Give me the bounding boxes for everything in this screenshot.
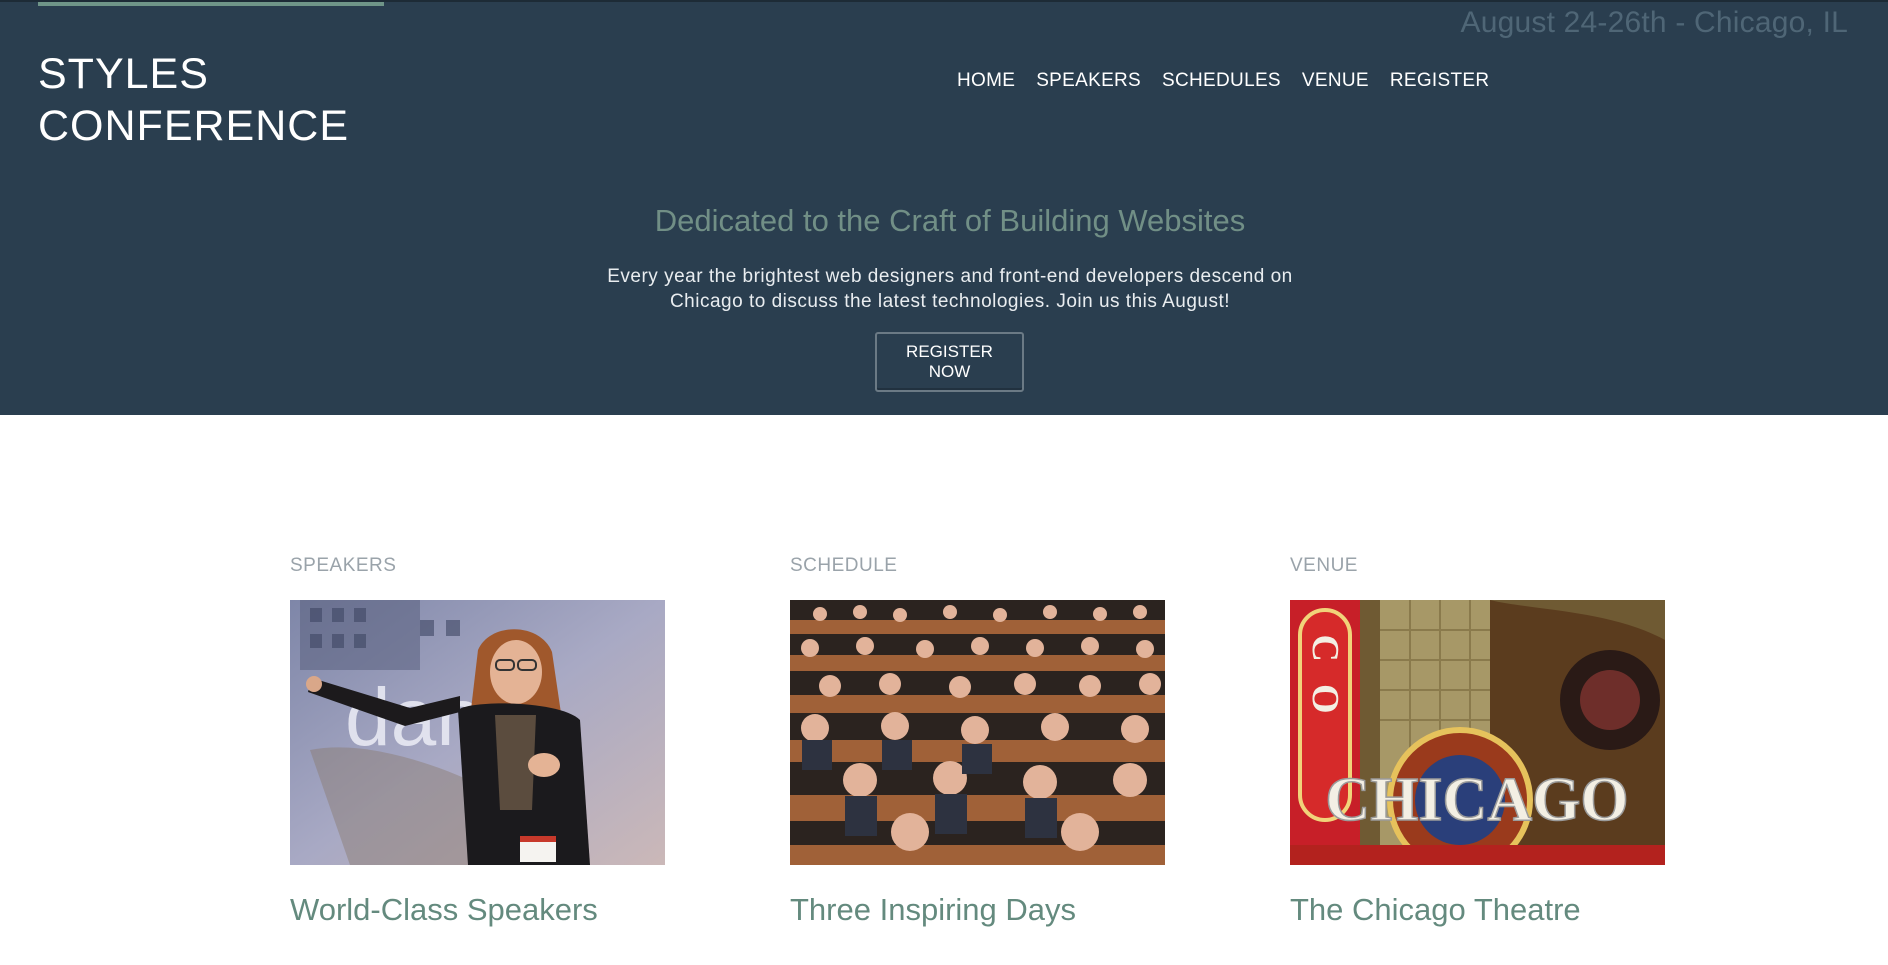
card-eyebrow: VENUE xyxy=(1290,555,1358,576)
venue-card: VENUE CO CHICAGO The Chicago Theatre xyxy=(1290,555,1665,928)
card-eyebrow: SPEAKERS xyxy=(290,555,397,576)
event-date: August 24-26th - Chicago, IL xyxy=(1460,6,1848,39)
card-title[interactable]: The Chicago Theatre xyxy=(1290,892,1665,928)
register-now-button[interactable]: REGISTER NOW xyxy=(875,332,1024,392)
nav-venue[interactable]: VENUE xyxy=(1302,70,1369,92)
logo-line-2: CONFERENCE xyxy=(38,102,350,150)
sign-text: CHICAGO xyxy=(1325,766,1628,834)
nav-register[interactable]: REGISTER xyxy=(1390,70,1490,92)
schedule-card: SCHEDULE Three Inspiring Days xyxy=(790,555,1165,928)
speakers-card: SPEAKERS danc xyxy=(290,555,665,928)
audience-photo[interactable] xyxy=(790,600,1165,865)
theatre-photo[interactable]: CO CHICAGO xyxy=(1290,600,1665,865)
header-accent-line xyxy=(38,2,384,6)
speaker-photo[interactable]: danc xyxy=(290,600,665,865)
main-nav: HOME SPEAKERS SCHEDULES VENUE REGISTER xyxy=(957,70,1489,92)
nav-schedules[interactable]: SCHEDULES xyxy=(1162,70,1281,92)
card-title[interactable]: World-Class Speakers xyxy=(290,892,665,928)
hero-description: Every year the brightest web designers a… xyxy=(607,266,1293,312)
site-logo[interactable]: STYLES CONFERENCE xyxy=(38,48,349,152)
sign-vertical-text: CO xyxy=(1304,635,1346,736)
nav-home[interactable]: HOME xyxy=(957,70,1015,92)
card-title[interactable]: Three Inspiring Days xyxy=(790,892,1165,928)
card-eyebrow: SCHEDULE xyxy=(790,555,898,576)
nav-speakers[interactable]: SPEAKERS xyxy=(1036,70,1141,92)
hero-section: August 24-26th - Chicago, IL STYLES CONF… xyxy=(0,0,1888,415)
hero-title: Dedicated to the Craft of Building Websi… xyxy=(654,203,1246,238)
logo-line-1: STYLES xyxy=(38,50,209,98)
